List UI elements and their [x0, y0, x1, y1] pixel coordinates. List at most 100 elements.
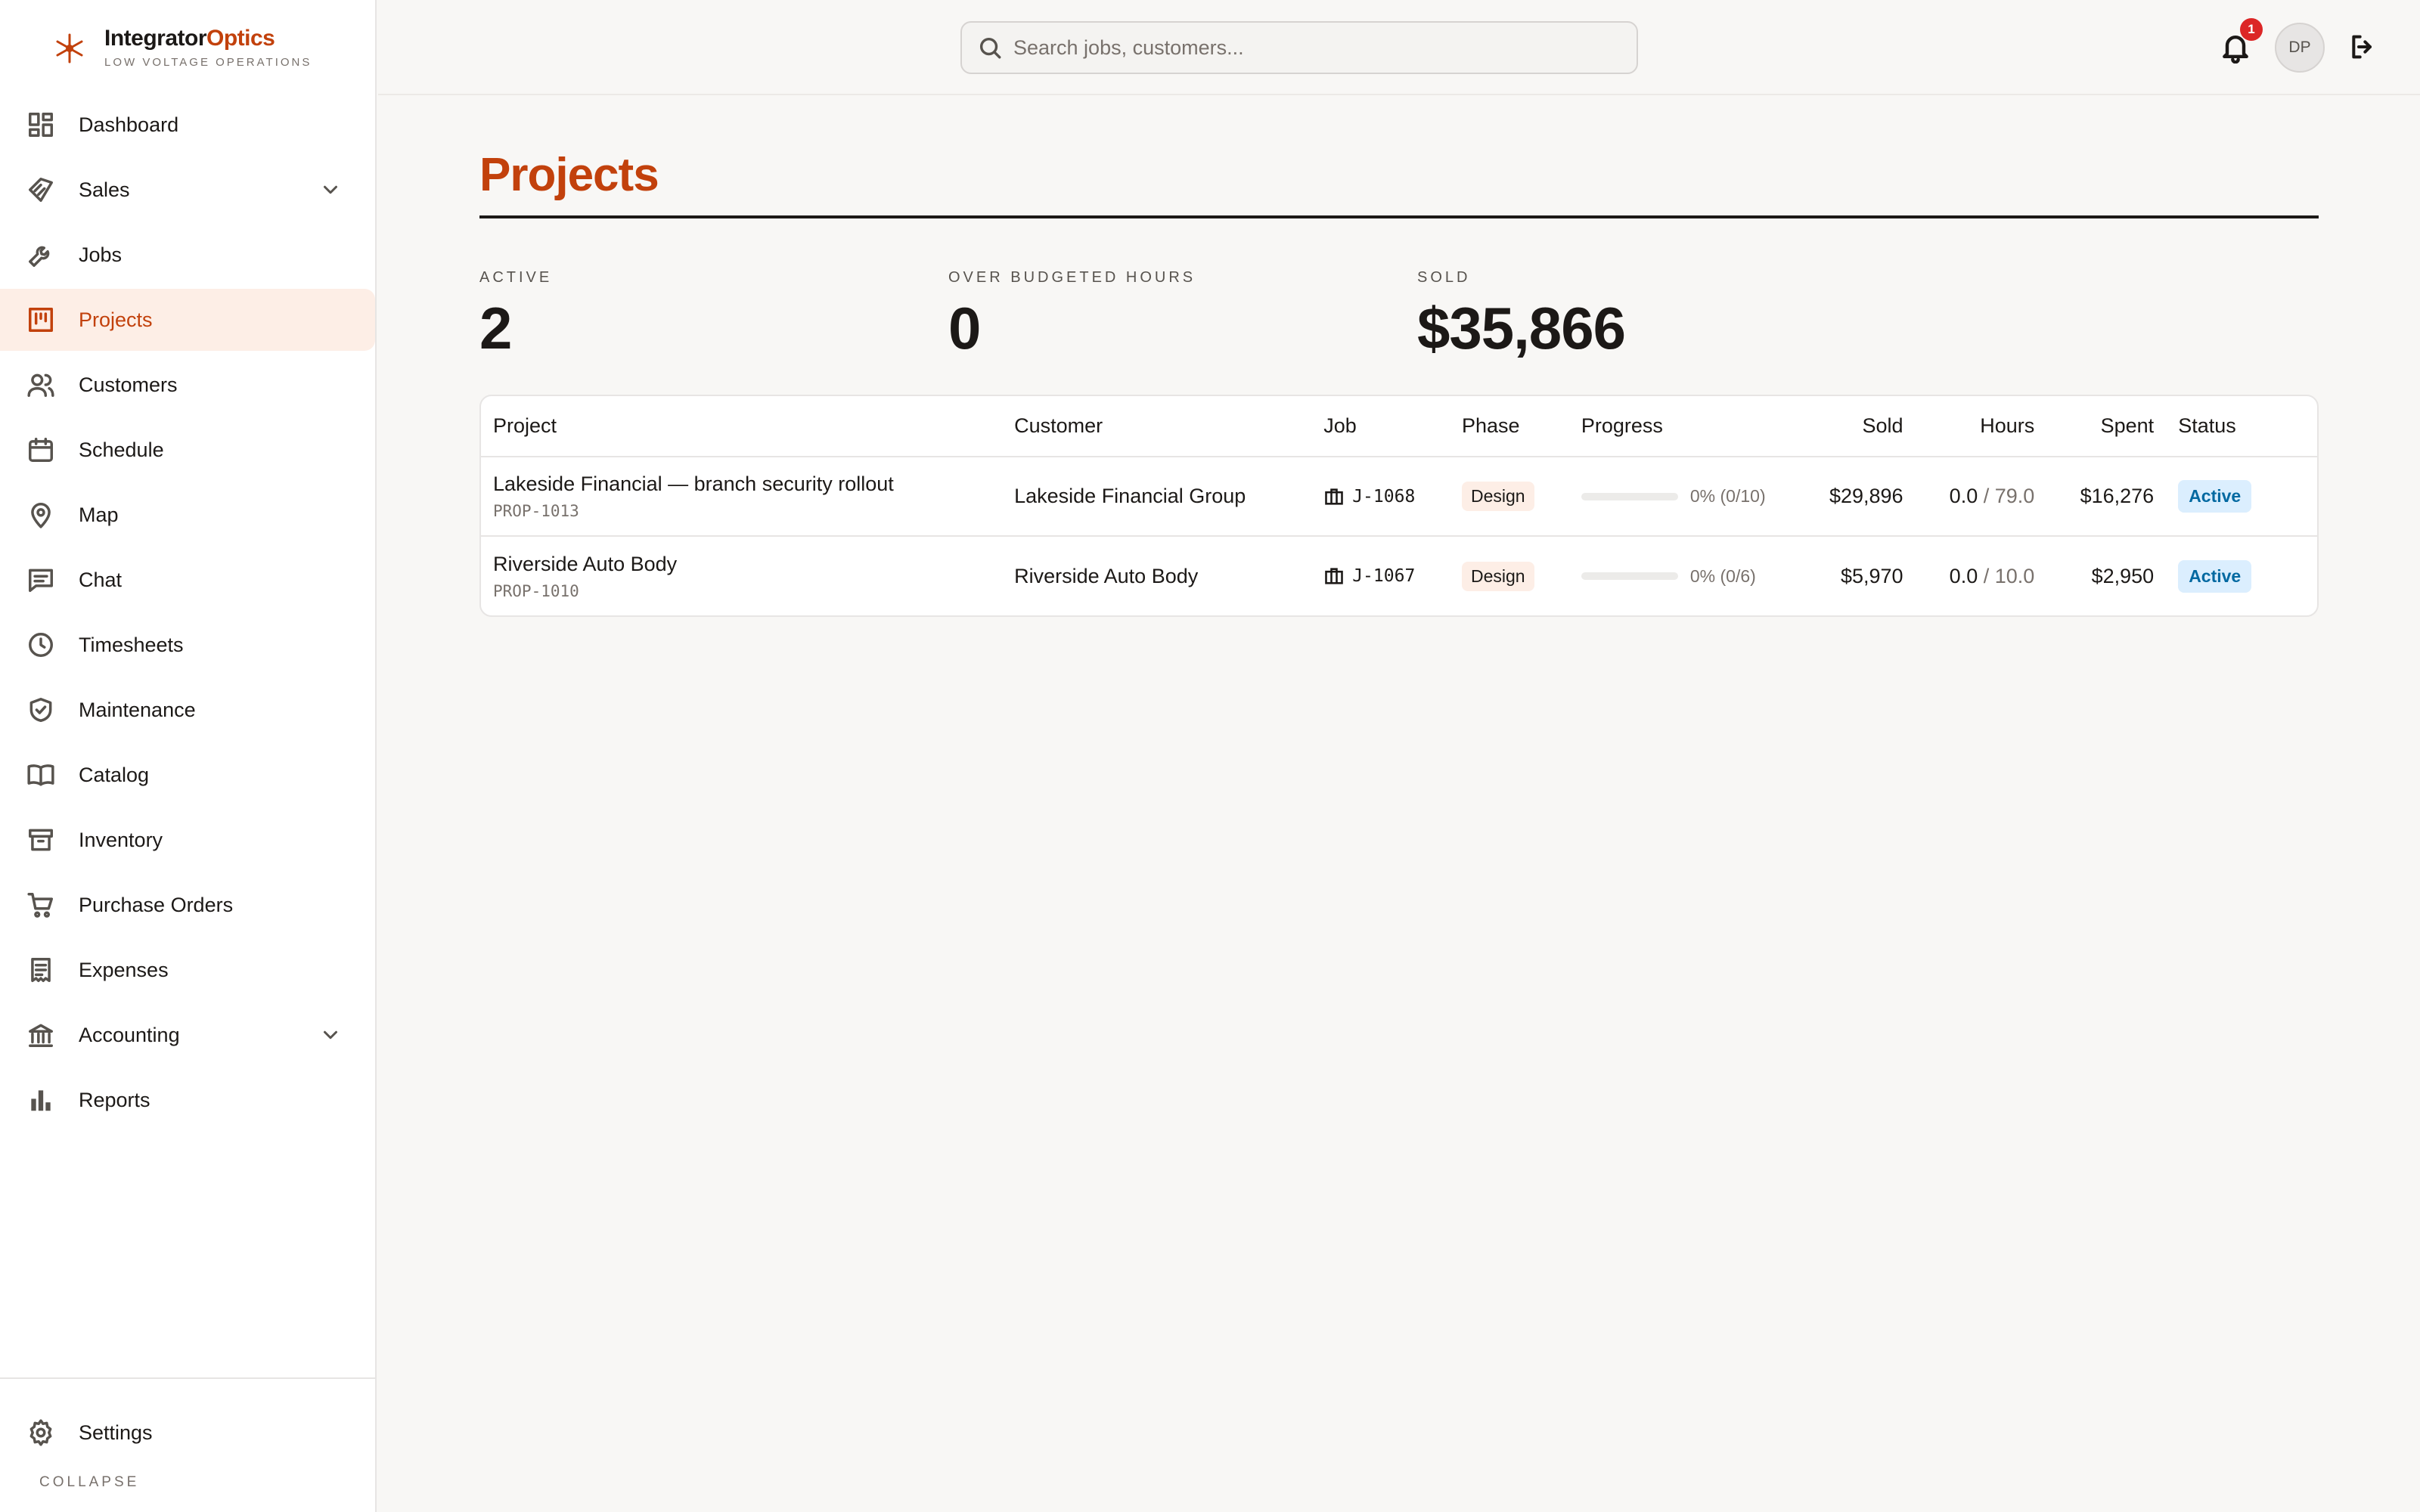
notification-badge: 1	[2240, 18, 2263, 41]
sidebar-item-sales[interactable]: Sales	[0, 159, 375, 221]
project-code: PROP-1010	[493, 581, 579, 600]
status-badge: Active	[2178, 559, 2252, 593]
sidebar-item-label: Map	[79, 503, 119, 526]
sidebar-item-purchase-orders[interactable]: Purchase Orders	[0, 874, 375, 936]
map-pin-icon	[26, 500, 56, 530]
briefcase-icon	[1325, 568, 1343, 584]
sidebar-item-expenses[interactable]: Expenses	[0, 939, 375, 1001]
search-icon	[979, 37, 1001, 59]
phase-badge: Design	[1462, 561, 1534, 591]
column-header[interactable]: Project	[481, 396, 1003, 457]
table-header-row: Project Customer Job Phase Progress Sold…	[481, 396, 2317, 457]
calendar-icon	[26, 435, 56, 465]
job-link[interactable]: J-1068	[1323, 486, 1438, 507]
project-name[interactable]: Riverside Auto Body	[493, 553, 990, 576]
customer-name[interactable]: Riverside Auto Body	[1002, 536, 1311, 615]
sidebar-item-label: Purchase Orders	[79, 893, 234, 916]
hours-budget: 79.0	[1994, 485, 2035, 507]
search-input[interactable]	[1013, 36, 1618, 60]
progress-bar	[1581, 492, 1678, 500]
avatar[interactable]: DP	[2275, 23, 2325, 73]
progress: 0% (0/6)	[1581, 566, 1773, 587]
table-row[interactable]: Lakeside Financial — branch security rol…	[481, 457, 2317, 537]
collapse-button[interactable]: COLLAPSE	[39, 1474, 139, 1491]
settings-label: Settings	[79, 1421, 153, 1444]
column-header[interactable]: Progress	[1568, 396, 1786, 457]
sidebar-item-label: Chat	[79, 568, 123, 591]
progress: 0% (0/10)	[1581, 486, 1773, 507]
sidebar-item-reports[interactable]: Reports	[0, 1069, 375, 1131]
sidebar-item-label: Jobs	[79, 243, 123, 266]
stat-value: 0	[948, 295, 981, 361]
sidebar-item-map[interactable]: Map	[0, 484, 375, 546]
column-header[interactable]: Job	[1311, 396, 1450, 457]
sidebar-item-chat[interactable]: Chat	[0, 549, 375, 611]
sidebar-item-label: Catalog	[79, 763, 150, 786]
stat-value: 2	[479, 295, 512, 361]
stat-over-budget: OVER BUDGETED HOURS 0	[948, 269, 1196, 363]
kanban-icon	[26, 305, 56, 335]
title-divider	[479, 215, 2319, 218]
chat-icon	[26, 565, 56, 595]
sidebar-item-catalog[interactable]: Catalog	[0, 744, 375, 806]
sidebar-item-dashboard[interactable]: Dashboard	[0, 94, 375, 156]
sales-tag-icon	[26, 175, 56, 205]
column-header[interactable]: Customer	[1002, 396, 1312, 457]
sidebar-item-schedule[interactable]: Schedule	[0, 419, 375, 481]
sidebar-item-customers[interactable]: Customers	[0, 354, 375, 416]
sidebar-item-settings[interactable]: Settings	[26, 1402, 153, 1464]
topbar: 1 DP	[378, 0, 2420, 95]
column-header[interactable]: Hours	[1915, 396, 2047, 457]
hours: 0.0 / 10.0	[1949, 564, 2035, 587]
progress-text: 0% (0/10)	[1689, 486, 1766, 506]
sidebar-item-label: Expenses	[79, 958, 169, 981]
stat-sold: SOLD $35,866	[1417, 269, 1626, 363]
brand-name: IntegratorOptics	[104, 26, 275, 51]
column-header[interactable]: Phase	[1450, 396, 1569, 457]
project-code: PROP-1013	[493, 502, 579, 520]
sidebar-item-jobs[interactable]: Jobs	[0, 224, 375, 286]
column-header[interactable]: Status	[2166, 396, 2317, 457]
sidebar-item-label: Schedule	[79, 438, 164, 461]
receipt-icon	[26, 955, 56, 985]
column-header[interactable]: Sold	[1785, 396, 1916, 457]
sidebar-item-label: Inventory	[79, 828, 163, 851]
sidebar-item-label: Maintenance	[79, 698, 196, 721]
sidebar-item-projects[interactable]: Projects	[0, 289, 375, 351]
job-link[interactable]: J-1067	[1323, 565, 1438, 587]
hours-logged: 0.0	[1949, 485, 1978, 507]
table-row[interactable]: Riverside Auto Body PROP-1010 Riverside …	[481, 536, 2317, 615]
sidebar-item-label: Projects	[79, 308, 153, 331]
progress-text: 0% (0/6)	[1689, 565, 1756, 586]
chevron-down-icon[interactable]	[319, 178, 342, 201]
sidebar-item-accounting[interactable]: Accounting	[0, 1004, 375, 1066]
dashboard-icon	[26, 110, 56, 140]
sidebar-nav: Dashboard Sales Jobs Projects Customers …	[0, 94, 377, 1134]
archive-box-icon	[26, 825, 56, 855]
briefcase-icon	[1325, 488, 1343, 505]
clock-icon	[26, 630, 56, 660]
logout-icon[interactable]	[2347, 32, 2379, 64]
gear-icon	[26, 1418, 56, 1448]
sidebar-item-timesheets[interactable]: Timesheets	[0, 614, 375, 676]
sidebar-item-maintenance[interactable]: Maintenance	[0, 679, 375, 741]
column-header[interactable]: Spent	[2046, 396, 2167, 457]
search-box[interactable]	[960, 21, 1638, 74]
stat-label: ACTIVE	[479, 269, 553, 286]
bank-icon	[26, 1020, 56, 1050]
stat-active: ACTIVE 2	[479, 269, 552, 363]
brand-subtitle: LOW VOLTAGE OPERATIONS	[104, 56, 312, 69]
sidebar-item-inventory[interactable]: Inventory	[0, 809, 375, 871]
chevron-down-icon[interactable]	[319, 1024, 342, 1046]
project-name[interactable]: Lakeside Financial — branch security rol…	[493, 472, 990, 496]
sidebar: IntegratorOptics LOW VOLTAGE OPERATIONS …	[0, 0, 377, 1512]
spent-amount: $16,276	[2046, 457, 2167, 537]
stat-label: SOLD	[1417, 269, 1471, 286]
sold-amount: $29,896	[1785, 457, 1916, 537]
sidebar-item-label: Dashboard	[79, 113, 179, 136]
brand[interactable]: IntegratorOptics LOW VOLTAGE OPERATIONS	[50, 23, 312, 69]
stat-label: OVER BUDGETED HOURS	[948, 269, 1196, 286]
customer-name[interactable]: Lakeside Financial Group	[1002, 457, 1312, 537]
progress-bar	[1581, 572, 1678, 580]
cart-icon	[26, 890, 56, 920]
